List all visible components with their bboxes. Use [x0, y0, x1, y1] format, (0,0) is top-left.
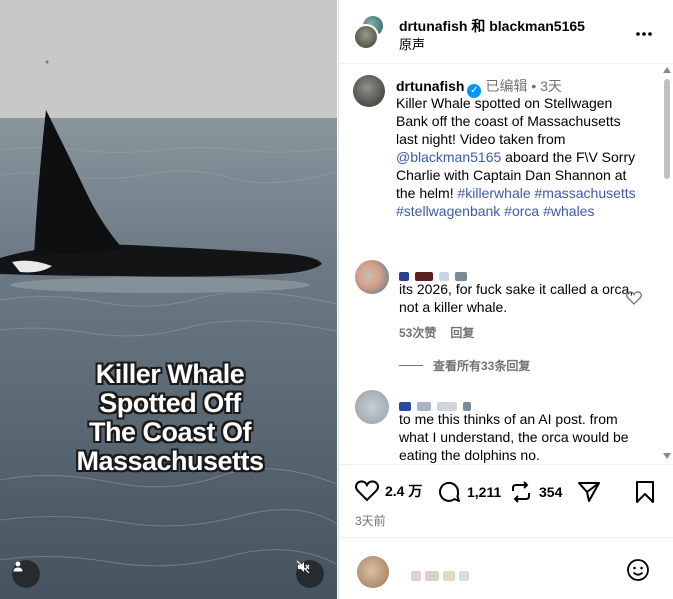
repost-button[interactable]: 354	[509, 480, 562, 504]
add-comment-area	[339, 537, 673, 599]
user-icon	[13, 561, 23, 572]
mention-link[interactable]: @blackman5165	[396, 149, 501, 165]
overlay-line: Killer Whale	[95, 359, 245, 389]
avatar[interactable]	[355, 260, 389, 294]
repost-count[interactable]: 354	[539, 484, 562, 500]
bookmark-icon	[636, 481, 654, 503]
send-icon	[578, 482, 600, 502]
avatar[interactable]	[353, 75, 385, 107]
repost-icon	[512, 481, 530, 503]
comment-meta: 53次赞 回复	[399, 324, 488, 341]
avatar[interactable]	[355, 390, 389, 424]
tagged-users-button[interactable]	[12, 560, 40, 588]
more-horizontal-icon	[636, 32, 652, 36]
comment-input[interactable]	[411, 568, 473, 586]
heart-icon	[626, 291, 642, 305]
video-overlay-title: Killer Whale Spotted Off The Coast Of Ma…	[40, 360, 300, 476]
mute-toggle-button[interactable]	[296, 560, 324, 588]
orca-scene	[0, 0, 337, 599]
scrollbar-thumb[interactable]	[664, 79, 670, 179]
caption-text: Killer Whale spotted on Stellwagen Bank …	[396, 94, 646, 220]
like-button[interactable]: 2.4 万	[355, 480, 422, 502]
comment-icon	[439, 481, 460, 502]
caption-time: 3天	[540, 78, 562, 94]
save-button[interactable]	[635, 480, 661, 504]
comment-like-button[interactable]	[626, 291, 642, 310]
scroll-up-arrow-icon[interactable]	[663, 67, 671, 73]
comment-text: to me this thinks of an AI post. from wh…	[399, 411, 629, 463]
comment-text: its 2026, for fuck sake it called a orca…	[399, 281, 634, 315]
emoji-button[interactable]	[626, 558, 650, 587]
overlay-line: The Coast Of	[88, 417, 252, 447]
separator-dot: •	[531, 78, 537, 94]
avatar	[357, 556, 389, 588]
edited-label: 已编辑	[485, 78, 528, 94]
caption-username[interactable]: drtunafish	[396, 78, 464, 94]
more-options-button[interactable]	[635, 22, 653, 40]
avatar[interactable]	[353, 24, 379, 50]
scroll-down-arrow-icon[interactable]	[663, 453, 671, 459]
reply-button[interactable]: 回复	[450, 326, 474, 340]
comment-button[interactable]: 1,211	[437, 480, 501, 504]
divider	[399, 365, 423, 366]
original-audio-link[interactable]: 原声	[399, 34, 425, 53]
post-actions-bar: 2.4 万 1,211 354 3天前	[339, 464, 673, 536]
post-header: drtunafish 和 blackman5165 原声	[339, 0, 673, 64]
comments-scroll-area[interactable]: drtunafish ✓ 已编辑 • 3天 Killer Whale spotted…	[339, 65, 673, 463]
emoji-icon	[627, 559, 649, 581]
share-button[interactable]	[577, 480, 607, 504]
caption-text-part: Killer Whale spotted on Stellwagen Bank …	[396, 95, 621, 147]
muted-speaker-icon	[296, 560, 310, 574]
collab-usernames[interactable]: drtunafish 和 blackman5165	[399, 16, 585, 36]
heart-icon	[355, 480, 379, 502]
blurred-username[interactable]	[399, 268, 473, 281]
like-count[interactable]: 2.4 万	[385, 481, 422, 501]
collab-avatars[interactable]	[353, 14, 389, 50]
comment-count[interactable]: 1,211	[467, 484, 501, 500]
post-date[interactable]: 3天前	[355, 512, 386, 529]
overlay-line: Spotted Off	[99, 388, 241, 418]
overlay-line: Massachusetts	[76, 446, 264, 476]
post-sidebar: drtunafish 和 blackman5165 原声 drtunafish ✓…	[338, 0, 673, 599]
view-replies-button[interactable]: 查看所有33条回复	[399, 357, 530, 374]
comment-likes[interactable]: 53次赞	[399, 326, 436, 340]
blurred-username[interactable]	[399, 398, 477, 411]
video-player[interactable]: Killer Whale Spotted Off The Coast Of Ma…	[0, 0, 337, 599]
view-replies-label: 查看所有33条回复	[433, 359, 531, 373]
scrollbar[interactable]	[663, 65, 671, 463]
